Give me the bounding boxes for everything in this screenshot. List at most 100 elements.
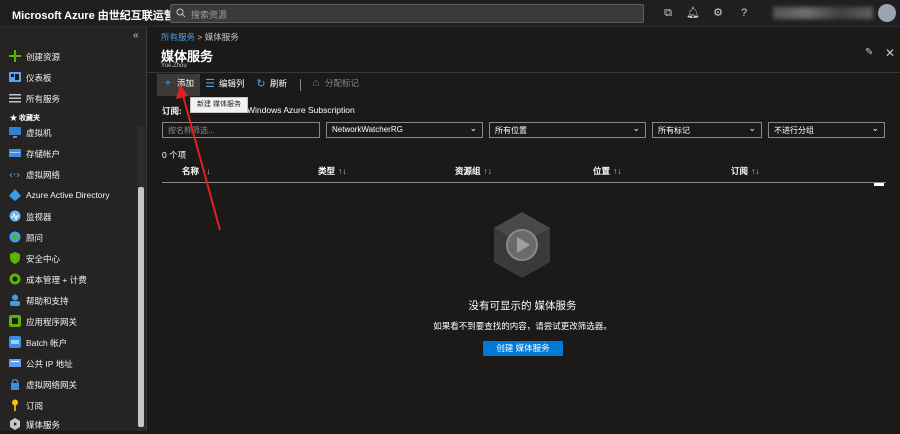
sidebar-item-label: 安全中心 [26,254,61,264]
breadcrumb-all-services-link[interactable]: 所有服务 [161,32,195,42]
sidebar-item-batch[interactable]: Batch 帐户 [0,333,136,352]
sidebar-item-public-ip[interactable]: 公共 IP 地址 [0,354,136,373]
sidebar-item-all-services[interactable]: 所有服务 [0,89,136,108]
avatar[interactable] [878,4,896,22]
search-box[interactable]: 搜索资源 [170,4,644,23]
cloud-shell-icon[interactable]: ⧉ [661,6,675,20]
sidebar-item-subscriptions[interactable]: 订阅 [0,396,136,415]
dashboard-icon [9,72,21,82]
sidebar: « 创建资源 仪表板 所有服务 ★ 收藏夹 虚拟机 存储帐户 ‹·› 虚拟网络 … [0,27,147,431]
refresh-icon: ↻ [256,78,266,90]
key-icon [12,399,18,411]
tags-value: 所有标记 [658,126,690,135]
empty-state-title: 没有可显示的 媒体服务 [468,300,577,312]
monitor-icon [9,210,21,222]
sidebar-item-label: Batch 帐户 [26,338,68,348]
portal-brand[interactable]: Microsoft Azure 由世纪互联运营 [12,7,175,23]
column-header-name[interactable]: 名称 ↑↓ [182,165,211,177]
subscription-value[interactable]: Windows Azure Subscription [247,105,355,115]
location-value: 所有位置 [495,126,527,135]
chevron-down-icon: ⌄ [632,123,640,133]
create-media-service-button[interactable]: 创建 媒体服务 [483,341,563,356]
grouping-select[interactable]: 不进行分组 ⌄ [768,122,885,138]
search-icon [176,8,186,18]
sidebar-item-monitor[interactable]: 监视器 [0,207,136,226]
cost-icon [9,273,21,285]
chevron-down-icon: ⌄ [871,123,879,133]
top-bar: Microsoft Azure 由世纪互联运营 搜索资源 ⧉ 🔔︎ ⚙ ? [0,0,900,27]
vm-icon [9,127,21,138]
storage-icon [9,149,21,157]
column-header-resource-group[interactable]: 资源组 ↑↓ [455,165,492,177]
location-select[interactable]: 所有位置 ⌄ [489,122,646,138]
sidebar-item-label: 仪表板 [26,73,52,83]
sort-icon: ↑↓ [483,166,493,176]
sidebar-item-dashboard[interactable]: 仪表板 [0,68,136,87]
plus-icon: + [164,77,172,89]
batch-icon [9,336,21,348]
favorites-header: ★ 收藏夹 [10,115,40,122]
vnet-gateway-icon [11,378,19,390]
sidebar-item-storage[interactable]: 存储帐户 [0,144,136,163]
refresh-button[interactable]: ↻ 刷新 [255,77,287,93]
resource-group-select[interactable]: NetworkWatcherRG ⌄ [326,122,483,138]
breadcrumb-current: 媒体服务 [204,32,239,42]
breadcrumb-separator: > [197,32,203,42]
breadcrumb: 所有服务 > 媒体服务 [161,31,239,43]
toolbar-separator [300,79,301,91]
sidebar-item-create-resource[interactable]: 创建资源 [0,47,136,66]
column-header-type[interactable]: 类型 ↑↓ [318,165,347,177]
sidebar-item-advisor[interactable]: 顾问 [0,228,136,247]
column-header-location[interactable]: 位置 ↑↓ [593,165,622,177]
tags-select[interactable]: 所有标记 ⌄ [652,122,762,138]
assign-tags-button[interactable]: ⌂ 分配标记 [310,77,359,93]
svg-text:‹·›: ‹·› [9,170,20,180]
add-button[interactable]: + 添加 [162,77,194,93]
list-icon [9,94,21,103]
edit-columns-button[interactable]: ☰ 编辑列 [204,77,244,93]
public-ip-icon [9,359,21,367]
sidebar-item-security-center[interactable]: 安全中心 [0,249,136,268]
bell-icon[interactable]: 🔔︎ [686,6,700,20]
sidebar-item-label: 存储帐户 [26,149,61,159]
table-header-divider [162,182,886,183]
sidebar-item-label: Azure Active Directory [26,190,110,200]
subscription-label: 订阅: [162,106,182,116]
sort-icon: ↑↓ [338,166,347,176]
sidebar-item-aad[interactable]: Azure Active Directory [0,186,136,205]
sidebar-item-label: 虚拟网络网关 [26,380,78,390]
sidebar-item-label: 虚拟网络 [26,170,61,180]
sidebar-item-label: 监视器 [26,212,52,222]
name-filter-input[interactable]: 按名称筛选... [162,122,320,138]
sidebar-item-label: 成本管理 + 计费 [26,275,87,285]
pin-icon[interactable]: ✎ [865,47,873,58]
sidebar-item-vnet[interactable]: ‹·› 虚拟网络 [0,165,136,184]
account-name-blurred[interactable] [773,7,873,19]
gear-icon[interactable]: ⚙ [711,6,725,20]
sort-icon: ↑↓ [202,166,211,176]
close-icon[interactable]: ✕ [885,46,895,60]
sort-icon: ↑↓ [751,166,760,176]
empty-state-description: 如果看不到要查找的内容，请尝试更改筛选器。 [433,321,612,331]
name-filter-placeholder: 按名称筛选... [168,126,215,135]
sidebar-item-label: 媒体服务 [26,420,61,430]
sidebar-item-vnet-gateway[interactable]: 虚拟网络网关 [0,375,136,394]
media-icon [10,418,20,430]
columns-icon: ☰ [205,78,215,90]
chevron-down-icon: ⌄ [469,123,477,133]
collapse-sidebar-button[interactable]: « [133,30,139,41]
search-placeholder: 搜索资源 [191,10,228,20]
column-header-subscription[interactable]: 订阅 ↑↓ [731,165,760,177]
item-count: 0 个项 [162,150,187,160]
sidebar-item-media-services[interactable]: 媒体服务 [0,415,136,434]
plus-icon [9,50,21,62]
scroll-indicator [874,183,884,186]
resource-group-value: NetworkWatcherRG [332,125,403,134]
sidebar-item-label: 订阅 [26,401,44,411]
help-icon[interactable]: ? [737,6,751,20]
sidebar-item-cost-management[interactable]: 成本管理 + 计费 [0,270,136,289]
toolbar-divider [146,72,900,73]
chevron-down-icon: ⌄ [748,123,756,133]
sidebar-item-vm[interactable]: 虚拟机 [0,123,136,142]
sort-icon: ↑↓ [613,166,622,176]
